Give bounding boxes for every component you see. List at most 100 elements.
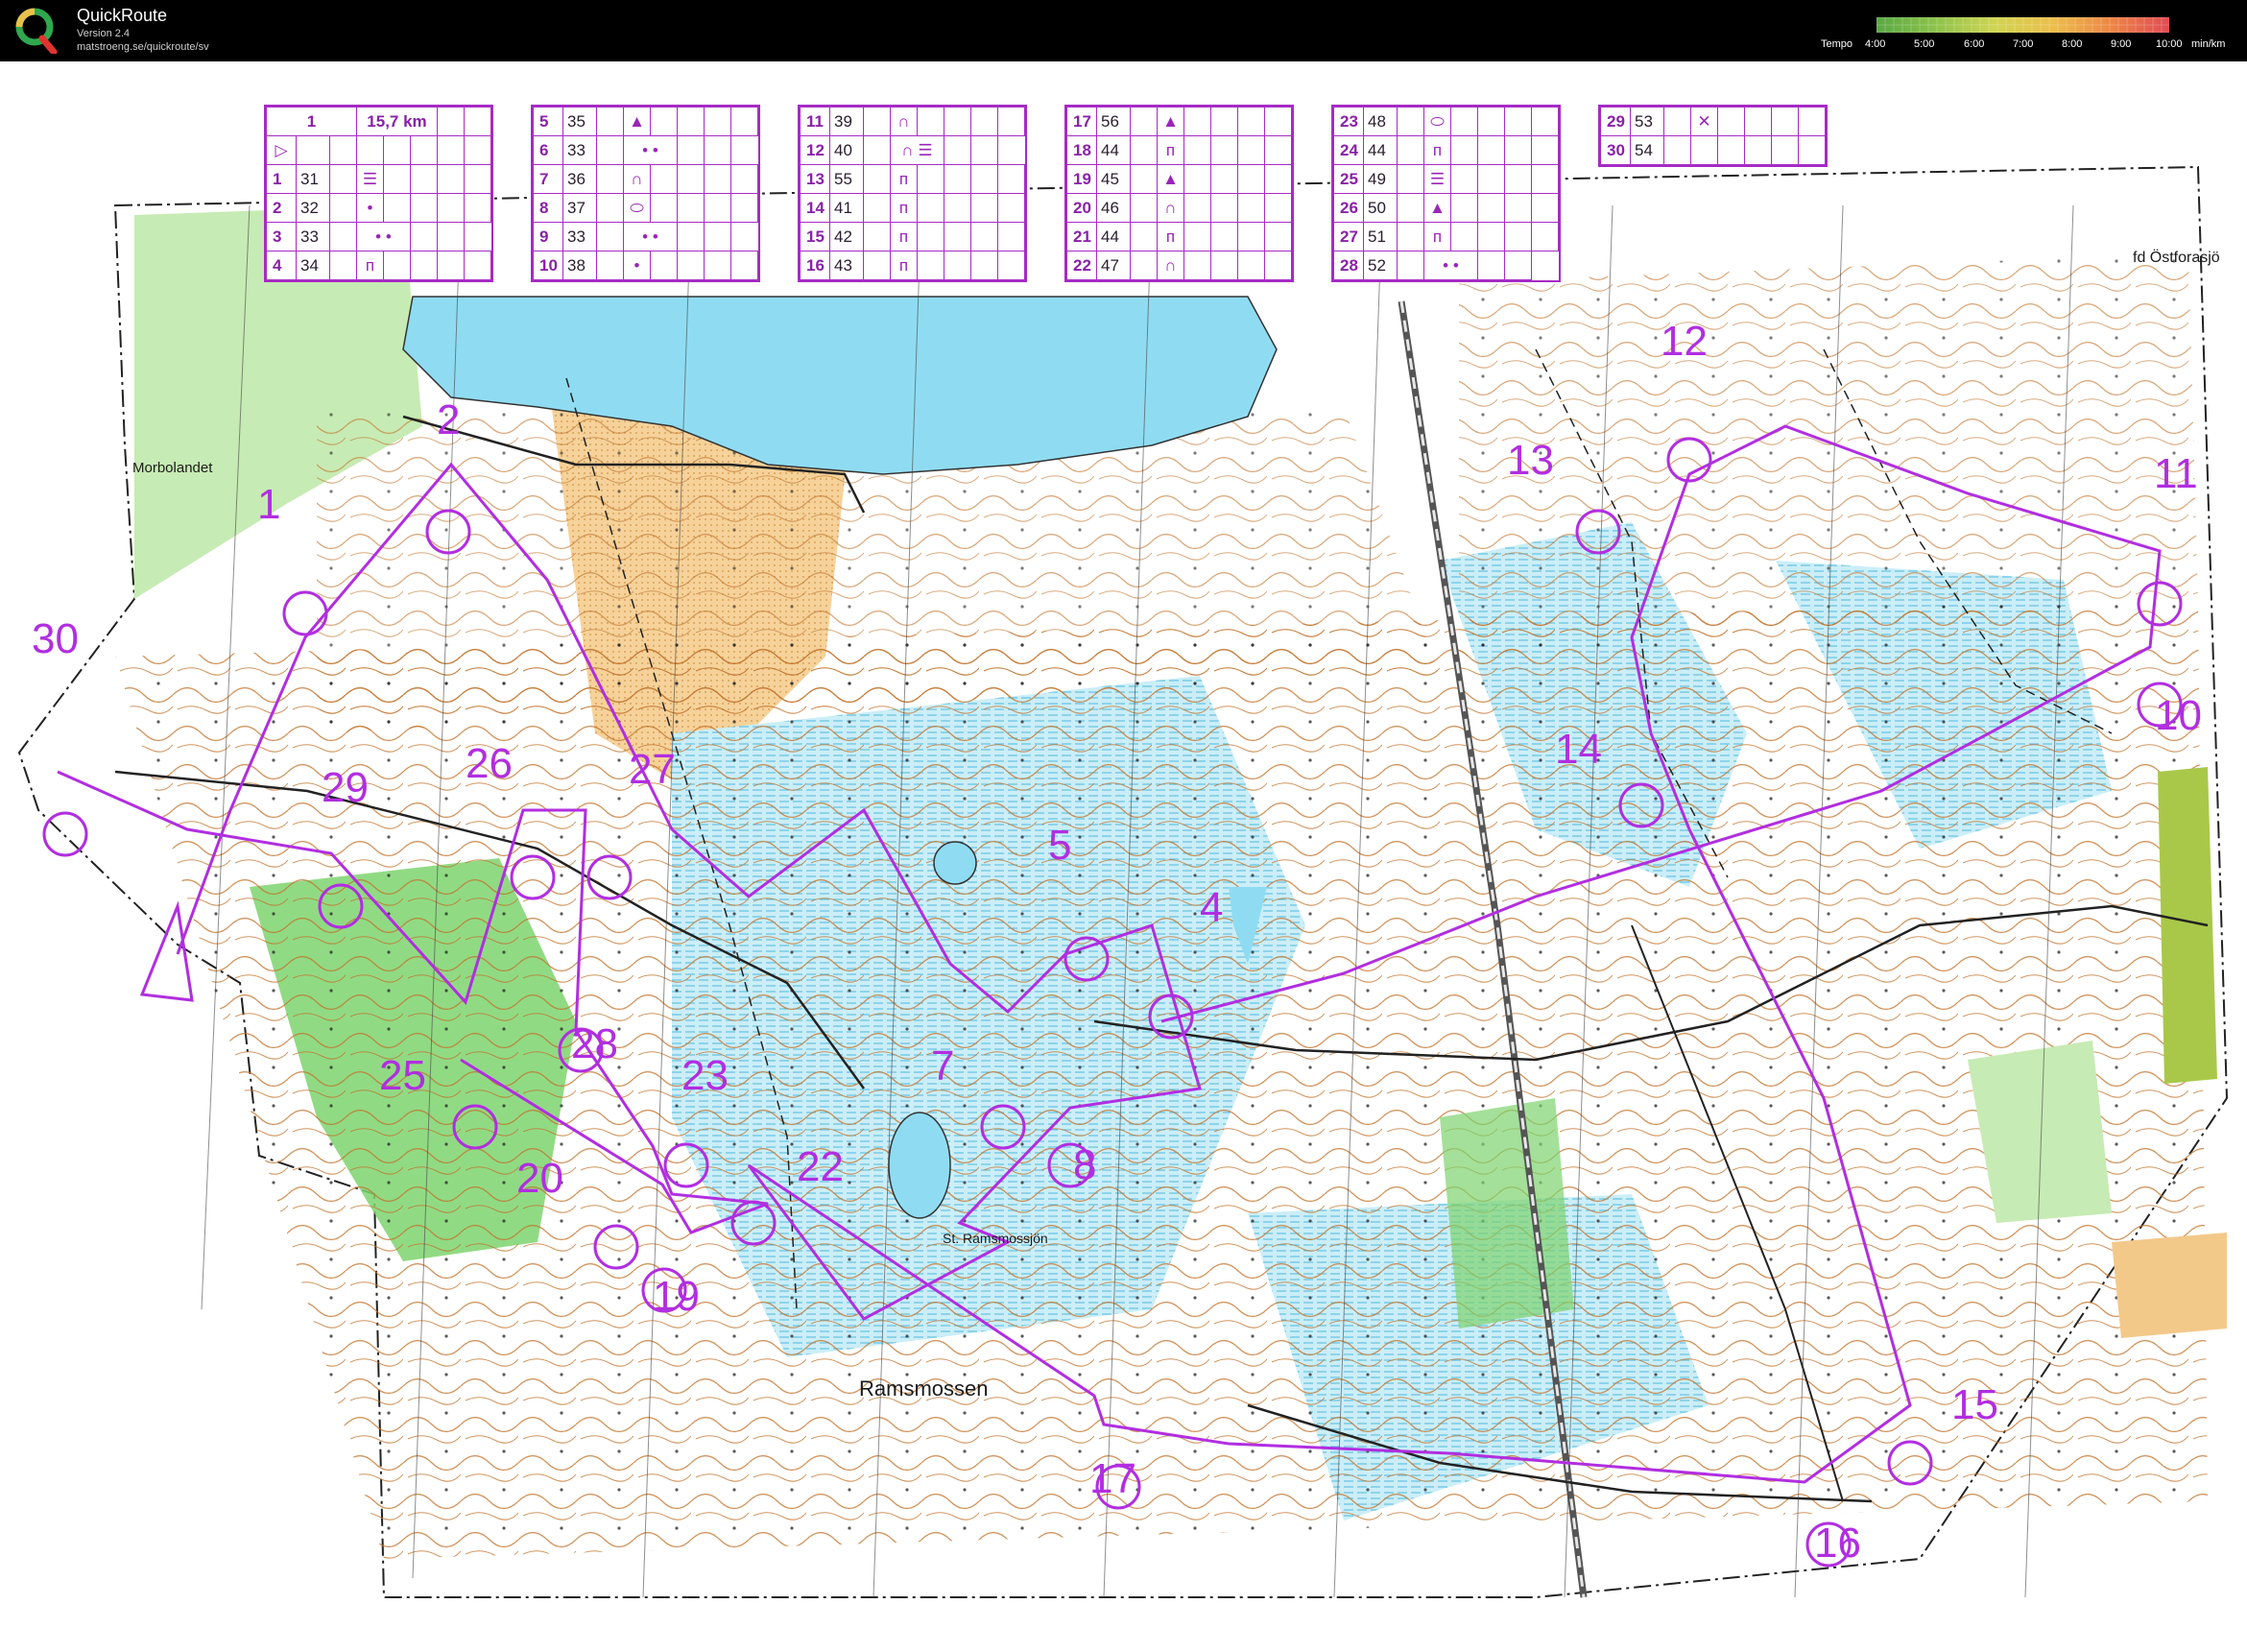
description-cell [863,164,891,194]
control-number-cell: 27 [1333,222,1364,251]
description-cell [944,164,971,194]
description-cell [917,251,944,280]
tempo-tick: 5:00 [1914,38,1935,50]
control-number: 4 [1200,884,1224,931]
description-cell [437,251,465,280]
control-code-cell: 48 [1363,107,1398,136]
tempo-tick: 10:00 [2156,38,2183,50]
description-cell [1450,107,1478,136]
description-cell [1130,135,1158,165]
description-cell [296,135,330,165]
description-cell [410,222,438,251]
description-cell [997,107,1025,136]
control-code-cell: 33 [562,222,597,251]
control-number: 12 [1661,318,1708,365]
map-canvas[interactable] [0,61,2247,1652]
control-code-cell: 38 [562,251,597,280]
description-cell [464,251,491,280]
description-cell [863,222,891,251]
app-url[interactable]: matstroeng.se/quickroute/sv [77,41,209,53]
control-symbol-icon: ᴨ [890,251,918,280]
control-symbol-icon: • • [356,222,411,251]
description-cell [1397,135,1424,165]
orienteering-map[interactable]: Morbolandet fd Östforasjö St. Ramsmossjö… [0,61,2247,1652]
description-cell [917,193,944,223]
control-number-cell: 10 [533,251,563,280]
control-number-cell: 16 [800,251,830,280]
description-cell [704,107,731,136]
control-number: 26 [466,740,513,787]
control-code-cell: 40 [829,135,864,165]
control-symbol-icon: • • [623,222,678,251]
description-cell [596,135,624,165]
description-cell [329,193,357,223]
description-cell [677,135,705,165]
control-code-cell: 44 [1363,135,1398,165]
description-cell [1504,107,1532,136]
control-number-cell: 14 [800,193,830,223]
control-code-cell: 50 [1363,193,1398,223]
description-cell [1450,193,1478,223]
control-number-cell: 25 [1333,164,1364,194]
control-number-cell: 22 [1066,251,1097,280]
control-number-cell: 28 [1333,251,1364,280]
control-number-cell: 29 [1600,107,1631,136]
control-number: 2 [437,396,461,443]
control-number-cell: 4 [266,251,297,280]
description-cell [1771,107,1799,136]
description-cell [383,164,411,194]
description-cell [730,164,758,194]
description-cell [997,222,1025,251]
description-cell [1237,251,1265,280]
description-cell [437,107,465,136]
description-cell [356,135,384,165]
control-symbol-icon: ᴨ [1157,135,1184,165]
description-cell [863,135,891,165]
tempo-label: Tempo [1821,38,1853,50]
detailed-terrain [115,599,2208,1559]
control-number-cell: 17 [1066,107,1097,136]
control-symbol-icon: • [623,251,651,280]
description-cell [464,193,491,223]
tempo-tick: 4:00 [1865,38,1886,50]
description-cell [1771,135,1799,165]
control-symbol-icon: ᴨ [1157,222,1184,251]
description-cell [650,193,678,223]
description-cell [410,164,438,194]
control-code-cell: 56 [1096,107,1131,136]
control-code-cell: 41 [829,193,864,223]
control-description-panel-6: 29 53 ✕ 30 54 [1598,105,1828,167]
description-cell [329,251,357,280]
description-cell [1450,222,1478,251]
description-cell [970,222,998,251]
description-cell [1237,164,1265,194]
description-cell [1477,164,1505,194]
description-cell [1397,251,1424,280]
description-cell [596,222,624,251]
description-cell [704,251,731,280]
description-cell [1264,107,1292,136]
description-cell [1210,164,1238,194]
description-cell [730,193,758,223]
description-cell [1237,107,1265,136]
control-code-cell: 37 [562,193,597,223]
description-cell [863,193,891,223]
description-cell [1210,251,1238,280]
small-lake [933,841,977,885]
description-cell [410,135,438,165]
control-number: 7 [931,1042,955,1089]
open-land-rough [2112,1233,2227,1338]
control-symbol-icon: • • [623,135,678,165]
description-cell [1531,193,1559,223]
description-cell [1264,222,1292,251]
description-cell [1531,164,1559,194]
description-cell [997,164,1025,194]
place-label-ramsmossjon: St. Ramsmossjön [943,1231,1048,1246]
tempo-tick: 7:00 [2013,38,2034,50]
control-code-cell: 44 [1096,222,1131,251]
control-symbol-icon: • • [1423,251,1478,280]
tempo-unit: min/km [2191,38,2226,50]
control-number-cell: 26 [1333,193,1364,223]
description-cell [650,251,678,280]
control-number: 16 [1814,1520,1861,1567]
